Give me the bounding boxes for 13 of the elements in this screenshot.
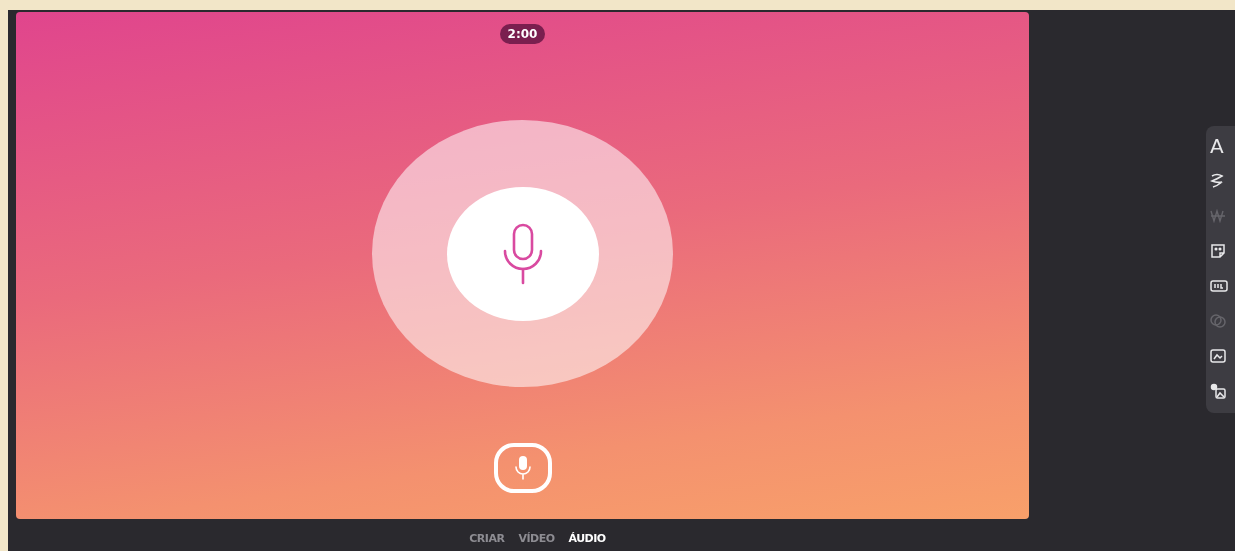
microphone-icon — [514, 456, 531, 480]
mode-tab[interactable]: VÍDEO — [514, 530, 559, 547]
gif-icon — [1210, 280, 1228, 292]
mode-tab[interactable]: ÁUDIO — [564, 530, 610, 547]
frame-icon — [1210, 349, 1226, 363]
squiggle-icon — [1210, 173, 1224, 189]
timer-badge: 2:00 — [499, 24, 546, 44]
pattern-icon — [1210, 209, 1226, 223]
overlap-circles-icon — [1210, 313, 1226, 329]
image-pin-icon — [1210, 383, 1226, 399]
text-tool[interactable]: A — [1210, 132, 1235, 160]
mode-tab[interactable]: CRIAR — [465, 530, 509, 547]
sticker-icon — [1210, 243, 1226, 259]
